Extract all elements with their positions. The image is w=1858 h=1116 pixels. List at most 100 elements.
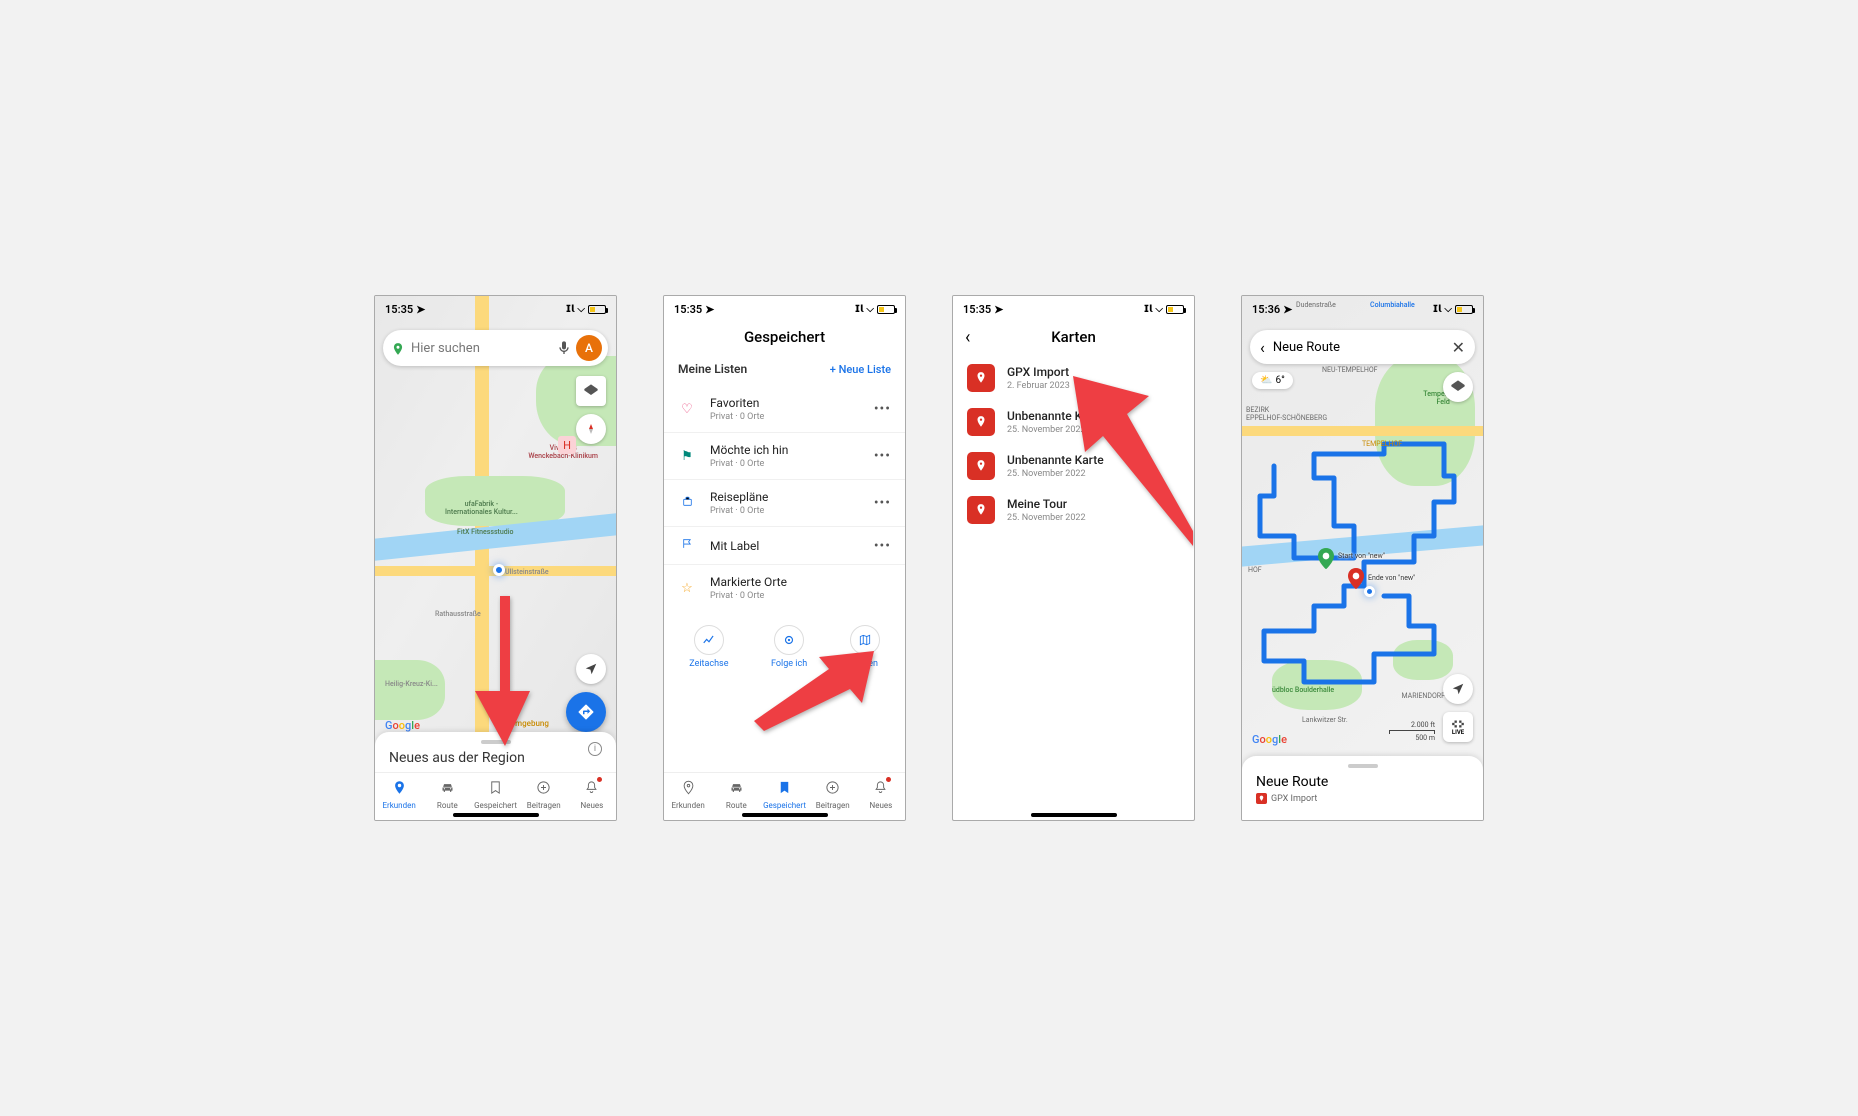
profile-avatar[interactable]: A — [576, 335, 602, 361]
map-label-hof: HOF — [1248, 566, 1262, 574]
sheet-title: Neue Route — [1256, 774, 1469, 790]
map-row-unnamed-2[interactable]: Unbenannte Karte 25. November 2022 — [953, 444, 1194, 488]
my-location-button[interactable] — [1443, 674, 1473, 704]
back-button[interactable]: ‹ — [965, 327, 970, 348]
map-label-ullstein: Ullsteinstraße — [505, 568, 549, 576]
map-label-ufafabrik: ufaFabrik - Internationales Kultur... — [445, 500, 518, 516]
map-pin-icon — [967, 408, 995, 436]
signal-icon: 𝗜𝗹 — [566, 304, 575, 315]
compass-button[interactable] — [576, 414, 606, 444]
sheet-handle[interactable] — [1348, 764, 1378, 768]
tab-saved[interactable]: Gespeichert — [471, 773, 519, 816]
tab-route[interactable]: Route — [423, 773, 471, 816]
status-bar: 15:35➤ 𝗜𝗹⌵ — [953, 296, 1194, 322]
mymap-badge-icon — [1256, 793, 1267, 804]
map-pin-icon — [967, 496, 995, 524]
new-list-button[interactable]: + Neue Liste — [830, 363, 891, 376]
route-title: Neue Route — [1273, 340, 1452, 355]
new-list-label: Neue Liste — [839, 363, 891, 376]
plus-circle-icon — [825, 780, 840, 799]
directions-fab[interactable] — [566, 692, 606, 732]
google-maps-logo-icon — [391, 341, 405, 355]
hospital-pin-icon[interactable]: H — [558, 436, 576, 454]
list-row-labeled[interactable]: Mit Label ••• — [664, 527, 905, 565]
car-icon — [440, 780, 455, 799]
route-polyline — [1254, 436, 1470, 696]
tab-label: Erkunden — [671, 801, 704, 810]
layers-button[interactable] — [1443, 372, 1473, 402]
battery-icon — [877, 305, 895, 314]
list-title: Markierte Orte — [710, 575, 891, 589]
sheet-handle[interactable] — [481, 740, 511, 744]
list-row-want-to-go[interactable]: ⚑ Möchte ich hinPrivat · 0 Orte ••• — [664, 433, 905, 480]
search-placeholder: Hier suchen — [411, 341, 556, 356]
map-title: Unbenannte Karte — [1007, 453, 1104, 467]
battery-icon — [1455, 305, 1473, 314]
flag-icon: ⚑ — [678, 449, 696, 464]
map-label-boulder: üdbloc Boulderhalle — [1272, 686, 1334, 694]
back-button[interactable]: ‹ — [1260, 338, 1265, 357]
phone-2-saved: 15:35➤ 𝗜𝗹⌵ Gespeichert Meine Listen + Ne… — [663, 295, 906, 821]
more-icon[interactable]: ••• — [874, 401, 891, 417]
map-label-tempelhof: TEMPELHOF — [1362, 440, 1402, 448]
map-row-meine-tour[interactable]: Meine Tour25. November 2022 — [953, 488, 1194, 532]
map-date: 2. Februar 2023 — [1007, 381, 1070, 391]
pin-icon — [392, 780, 407, 799]
tab-saved[interactable]: Gespeichert — [760, 773, 808, 816]
close-button[interactable]: ✕ — [1452, 338, 1465, 357]
more-icon[interactable]: ••• — [874, 448, 891, 464]
map-label-umgebung: te Umgebung — [501, 719, 549, 728]
location-services-icon: ➤ — [994, 303, 1003, 316]
wifi-icon: ⌵ — [1444, 304, 1452, 315]
saved-actions: Zeitachse Folge ich Karten — [664, 611, 905, 673]
map-label-fitx: FitX Fitnessstudio — [457, 528, 513, 536]
weather-chip[interactable]: ⛅6° — [1252, 372, 1293, 389]
list-title: Favoriten — [710, 396, 874, 410]
action-following[interactable]: Folge ich — [771, 625, 807, 669]
search-bar[interactable]: Hier suchen A — [383, 330, 608, 366]
tab-explore[interactable]: Erkunden — [664, 773, 712, 816]
info-icon[interactable]: i — [588, 742, 602, 756]
bottom-sheet[interactable]: Neue Route GPX Import — [1242, 756, 1483, 820]
map-row-gpx-import[interactable]: GPX Import2. Februar 2023 — [953, 356, 1194, 400]
layers-button[interactable] — [576, 376, 606, 406]
action-timeline[interactable]: Zeitachse — [689, 625, 728, 669]
tab-label: Beitragen — [816, 801, 850, 810]
tab-contribute[interactable]: Beitragen — [520, 773, 568, 816]
wifi-icon: ⌵ — [1155, 304, 1163, 315]
map-row-unnamed-1[interactable]: Unbenannte Karte25. November 2022 — [953, 400, 1194, 444]
action-maps[interactable]: Karten — [850, 625, 880, 669]
weather-icon: ⛅ — [1260, 375, 1272, 386]
list-row-starred[interactable]: ☆ Markierte OrtePrivat · 0 Orte — [664, 565, 905, 611]
tab-contribute[interactable]: Beitragen — [809, 773, 857, 816]
map-pin-icon — [967, 452, 995, 480]
live-view-button[interactable]: LIVE — [1443, 712, 1473, 742]
follow-icon — [774, 625, 804, 655]
tab-explore[interactable]: Erkunden — [375, 773, 423, 816]
scale-bar: 2.000 ft500 m — [1389, 721, 1435, 742]
start-pin-label: Start von "new" — [1338, 552, 1385, 560]
list-sub: Privat · 0 Orte — [710, 506, 874, 516]
battery-icon — [588, 305, 606, 314]
map-pin-icon — [967, 364, 995, 392]
more-icon[interactable]: ••• — [874, 538, 891, 554]
tab-label: Beitragen — [527, 801, 561, 810]
map-label-neu-tempelhof: NEU-TEMPELHOF — [1322, 366, 1378, 374]
tab-updates[interactable]: Neues — [568, 773, 616, 816]
google-watermark: Google — [385, 719, 420, 732]
list-row-travel-plans[interactable]: Reisepläne Privat · 0 Orte ••• — [664, 480, 905, 527]
map-date: 25. November 2022 — [1007, 469, 1104, 479]
tab-updates[interactable]: Neues — [857, 773, 905, 816]
bottom-sheet[interactable]: Neues aus der Region i — [375, 732, 616, 772]
list-title: Reisepläne — [710, 490, 874, 504]
microphone-icon[interactable] — [556, 340, 572, 356]
signal-icon: 𝗜𝗹 — [1144, 304, 1153, 315]
end-pin-icon[interactable] — [1348, 568, 1364, 590]
start-pin-icon[interactable] — [1318, 548, 1334, 570]
my-location-button[interactable] — [576, 654, 606, 684]
lists-section-header: Meine Listen + Neue Liste — [664, 356, 905, 386]
tab-route[interactable]: Route — [712, 773, 760, 816]
more-icon[interactable]: ••• — [874, 495, 891, 511]
list-row-favorites[interactable]: ♡ FavoritenPrivat · 0 Orte ••• — [664, 386, 905, 433]
home-indicator — [1031, 813, 1117, 817]
